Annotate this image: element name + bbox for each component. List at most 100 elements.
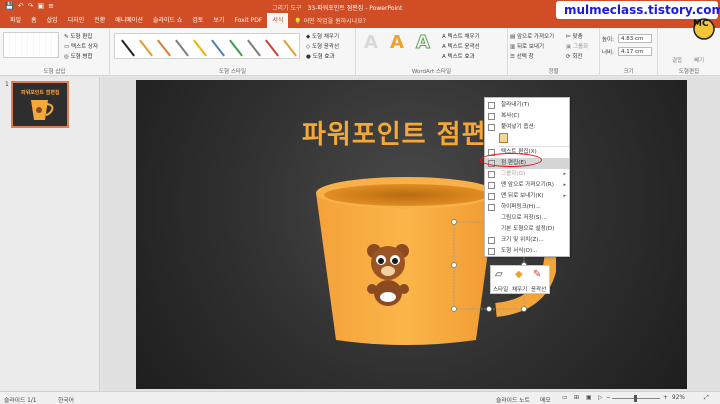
- menu-item-copy[interactable]: 복사(C): [485, 111, 569, 122]
- menu-item-format-shape[interactable]: 도형 서식(O)...: [485, 246, 569, 257]
- zoom-out-icon[interactable]: −: [606, 395, 611, 401]
- menu-item-bring-to-front[interactable]: 맨 앞으로 가져오기(R) ▸: [485, 180, 569, 191]
- tab-view[interactable]: 보기: [208, 13, 229, 28]
- shape-fill-button[interactable]: ◆ 도형 채우기: [306, 32, 339, 40]
- notes-button[interactable]: 슬라이드 노트: [496, 395, 530, 404]
- menu-item-label: 붙여넣기 옵션:: [501, 124, 536, 130]
- shape-outline-button[interactable]: ◇ 도형 윤곽선: [306, 42, 339, 50]
- zoom-in-icon[interactable]: +: [663, 395, 668, 401]
- shape-effects-label: 도형 효과: [312, 54, 335, 60]
- menu-item-group[interactable]: 그룹화(G) ▸: [485, 169, 569, 180]
- style-swatch[interactable]: [229, 39, 243, 57]
- highlight-circle: [480, 153, 542, 167]
- wordart-style-orange[interactable]: A: [390, 32, 404, 53]
- group-button[interactable]: ▣ 그룹화: [566, 42, 588, 50]
- subtract-button[interactable]: 빼기: [694, 56, 704, 64]
- style-swatch[interactable]: [265, 39, 279, 57]
- style-swatch[interactable]: [247, 39, 261, 57]
- slideshow-view-icon[interactable]: ▷: [598, 395, 602, 401]
- fill-icon[interactable]: ◆: [515, 269, 523, 280]
- menu-item-set-default-shape[interactable]: 기본 도형으로 설정(D): [485, 224, 569, 235]
- align-label: 맞춤: [572, 34, 583, 40]
- language-indicator[interactable]: 한국어: [58, 395, 74, 404]
- outline-icon[interactable]: ✎: [533, 269, 541, 280]
- mini-fill-button[interactable]: 채우기: [512, 285, 527, 293]
- context-menu: 잘라내기(T) 복사(C) 붙여넣기 옵션: 텍스트 편집(X) 점 편집(E)…: [484, 97, 570, 257]
- group-label-shape-edit: 도형편집: [678, 69, 700, 75]
- redo-icon[interactable]: ↷: [28, 2, 34, 11]
- menu-item-label: 그림으로 저장(S)...: [501, 215, 547, 221]
- style-swatch[interactable]: [211, 39, 225, 57]
- style-icon[interactable]: ▱: [495, 269, 503, 280]
- undo-icon[interactable]: ↶: [18, 2, 24, 11]
- tab-slideshow[interactable]: 슬라이드 쇼: [148, 13, 188, 28]
- style-swatch[interactable]: [193, 39, 207, 57]
- mini-style-button[interactable]: 스타일: [493, 285, 508, 293]
- bring-forward-button[interactable]: ▤ 앞으로 가져오기: [510, 32, 554, 40]
- tab-home[interactable]: 홈: [26, 13, 42, 28]
- style-swatch[interactable]: [283, 39, 297, 57]
- slide-canvas[interactable]: 파워포인트 점편 ▱ ◆ ✎ 스타일 채우기 윤곽선: [136, 80, 687, 389]
- width-input[interactable]: 4.17 cm: [618, 47, 652, 56]
- tab-design[interactable]: 디자인: [63, 13, 90, 28]
- text-effects-button[interactable]: A 텍스트 효과: [442, 52, 475, 60]
- shape-style-gallery[interactable]: [114, 33, 300, 59]
- wordart-style-plain[interactable]: A: [364, 32, 378, 53]
- menu-item-label: 복사(C): [501, 113, 520, 119]
- tab-animations[interactable]: 애니메이션: [110, 13, 148, 28]
- merge-shapes-button[interactable]: ◎ 도형 병합: [64, 52, 93, 60]
- merge-button[interactable]: 결합: [672, 56, 682, 64]
- shape-effects-button[interactable]: ● 도형 효과: [306, 52, 335, 60]
- edit-shape-label: 도형 편집: [70, 34, 93, 40]
- tab-review[interactable]: 검토: [187, 13, 208, 28]
- shapes-gallery[interactable]: [3, 32, 59, 58]
- comments-button[interactable]: 메모: [540, 395, 551, 404]
- reading-view-icon[interactable]: ▣: [586, 395, 591, 401]
- slide-thumbnail-pane: 1 파워포인트 점편집: [0, 77, 100, 391]
- zoom-slider-knob[interactable]: [634, 395, 637, 402]
- fit-slide-icon[interactable]: ⤢: [704, 395, 709, 402]
- edit-shape-button[interactable]: ✎ 도형 편집: [64, 32, 92, 40]
- menu-item-paste-options: 붙여넣기 옵션:: [485, 122, 569, 133]
- tab-foxit-pdf[interactable]: Foxit PDF: [229, 13, 267, 28]
- group-label-arrange: 정렬: [548, 69, 559, 75]
- menu-item-cut[interactable]: 잘라내기(T): [485, 100, 569, 111]
- size-position-icon: [488, 237, 495, 244]
- slide-sorter-icon[interactable]: ⊞: [574, 395, 579, 401]
- style-swatch[interactable]: [157, 39, 171, 57]
- save-icon[interactable]: 💾: [5, 2, 14, 11]
- shape-fill-label: 도형 채우기: [311, 34, 340, 40]
- send-backward-button[interactable]: ▥ 뒤로 보내기: [510, 42, 544, 50]
- slide-count: 슬라이드 1/1: [4, 398, 37, 404]
- menu-item-label: 크기 및 위치(Z)...: [501, 237, 544, 243]
- text-fill-button[interactable]: A 텍스트 채우기: [442, 32, 480, 40]
- zoom-level[interactable]: 92%: [672, 395, 685, 401]
- slide-thumbnail[interactable]: 파워포인트 점편집: [11, 81, 69, 128]
- menu-item-hyperlink[interactable]: 하이퍼링크(H)...: [485, 202, 569, 213]
- normal-view-icon[interactable]: ▭: [562, 395, 567, 401]
- mini-outline-button[interactable]: 윤곽선: [531, 285, 546, 293]
- slide-title[interactable]: 파워포인트 점편: [302, 114, 487, 151]
- selection-pane-button[interactable]: ☰ 선택 창: [510, 52, 534, 60]
- tell-me-search[interactable]: 💡 어떤 작업을 원하시나요?: [294, 16, 366, 25]
- customize-qat-icon[interactable]: ≡: [48, 2, 54, 11]
- wordart-style-outline[interactable]: A: [416, 32, 431, 54]
- style-swatch[interactable]: [175, 39, 189, 57]
- tab-format[interactable]: 서식: [267, 13, 289, 28]
- text-outline-button[interactable]: A 텍스트 윤곽선: [442, 42, 480, 50]
- style-swatch[interactable]: [121, 39, 135, 57]
- menu-item-save-as-picture[interactable]: 그림으로 저장(S)...: [485, 213, 569, 224]
- align-button[interactable]: ⊨ 맞춤: [566, 32, 583, 40]
- menu-item-size-position[interactable]: 크기 및 위치(Z)...: [485, 235, 569, 246]
- thumbnail-title: 파워포인트 점편집: [21, 90, 60, 96]
- rotate-button[interactable]: ⟳ 회전: [566, 52, 582, 60]
- start-slideshow-icon[interactable]: ▣: [37, 2, 44, 11]
- menu-item-send-to-back[interactable]: 맨 뒤로 보내기(K) ▸: [485, 191, 569, 202]
- tab-transitions[interactable]: 전환: [89, 13, 110, 28]
- style-swatch[interactable]: [139, 39, 153, 57]
- text-box-button[interactable]: ▭ 텍스트 상자: [64, 42, 98, 50]
- height-input[interactable]: 4.83 cm: [618, 34, 652, 43]
- paste-keep-source-icon[interactable]: [499, 133, 508, 143]
- tab-file[interactable]: 파일: [5, 13, 26, 28]
- tab-insert[interactable]: 삽입: [42, 13, 63, 28]
